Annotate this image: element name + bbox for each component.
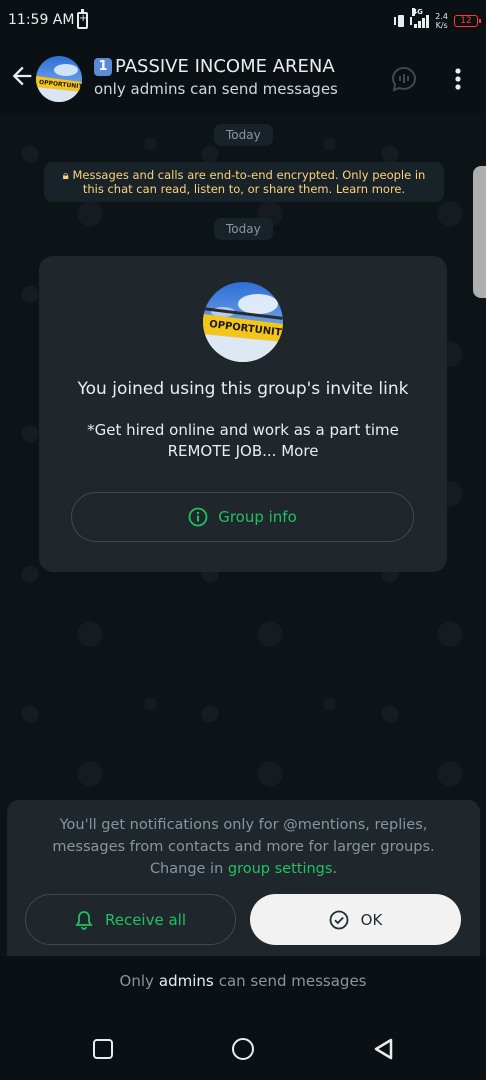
bell-icon bbox=[75, 910, 93, 930]
signal-icon: 4G bbox=[412, 8, 430, 28]
group-title: 1 PASSIVE INCOME ARENA bbox=[94, 56, 338, 77]
group-description-text: *Get hired online and work as a part tim… bbox=[87, 421, 399, 460]
admins-link[interactable]: admins bbox=[159, 972, 214, 990]
date-chip: Today bbox=[214, 124, 273, 146]
group-description: *Get hired online and work as a part tim… bbox=[79, 420, 407, 462]
vibrate-icon bbox=[394, 14, 413, 28]
network-type: 4G bbox=[412, 8, 423, 16]
group-avatar[interactable]: OPPORTUNITIES bbox=[36, 56, 82, 102]
notification-period: . bbox=[332, 861, 338, 877]
group-title-text: PASSIVE INCOME ARENA bbox=[115, 56, 335, 77]
ok-label: OK bbox=[360, 910, 383, 929]
footer-prefix: Only bbox=[119, 972, 154, 990]
group-intro-card: OPPORTUNITIES You joined using this grou… bbox=[39, 256, 447, 572]
opportunities-sign-image: OPPORTUNITIES bbox=[203, 282, 283, 362]
admins-only-footer: Only admins can send messages bbox=[0, 956, 486, 1006]
more-link[interactable]: More bbox=[281, 442, 318, 460]
keycap-badge: 1 bbox=[94, 57, 112, 76]
notification-text: You'll get notifications only for @menti… bbox=[25, 814, 462, 880]
battery-level: 12 bbox=[460, 16, 472, 26]
ok-button[interactable]: OK bbox=[250, 894, 461, 945]
header-text[interactable]: 1 PASSIVE INCOME ARENA only admins can s… bbox=[94, 56, 338, 98]
footer-suffix: can send messages bbox=[218, 972, 367, 990]
recents-button-icon[interactable] bbox=[93, 1039, 113, 1059]
group-subtitle: only admins can send messages bbox=[94, 80, 338, 98]
group-settings-link[interactable]: group settings bbox=[228, 861, 333, 877]
status-time: 11:59 AM bbox=[8, 12, 75, 28]
check-circle-icon bbox=[329, 910, 349, 929]
lock-icon: 🔒︎ bbox=[62, 168, 69, 182]
joined-text: You joined using this group's invite lin… bbox=[77, 379, 409, 399]
notification-settings-panel: You'll get notifications only for @menti… bbox=[7, 800, 480, 956]
encryption-notice-text: Messages and calls are end-to-end encryp… bbox=[72, 168, 426, 196]
encryption-notice[interactable]: 🔒︎ Messages and calls are end-to-end enc… bbox=[44, 162, 444, 202]
receive-all-label: Receive all bbox=[104, 910, 187, 929]
status-icons: 4G 2.4 K/s 12 bbox=[394, 8, 481, 32]
home-button-icon[interactable] bbox=[232, 1038, 254, 1060]
voice-chat-icon[interactable] bbox=[391, 66, 417, 92]
receive-all-button[interactable]: Receive all bbox=[25, 894, 236, 945]
scroll-handle[interactable] bbox=[473, 166, 486, 298]
info-icon bbox=[188, 507, 208, 527]
battery-saver-icon bbox=[77, 9, 88, 29]
date-chip: Today bbox=[214, 218, 273, 240]
back-arrow-icon[interactable] bbox=[8, 62, 36, 90]
chat-header: OPPORTUNITIES 1 PASSIVE INCOME ARENA onl… bbox=[0, 42, 486, 114]
group-avatar-large[interactable]: OPPORTUNITIES bbox=[203, 282, 283, 362]
battery-icon: 12 bbox=[454, 15, 481, 27]
network-speed: 2.4 K/s bbox=[435, 12, 448, 30]
network-speed-unit: K/s bbox=[435, 21, 448, 30]
opportunities-sign-image: OPPORTUNITIES bbox=[36, 56, 82, 102]
status-bar: 11:59 AM 4G 2.4 K/s 12 bbox=[0, 0, 486, 42]
nav-back-icon[interactable] bbox=[372, 1037, 394, 1061]
network-speed-value: 2.4 bbox=[435, 12, 448, 21]
group-info-label: Group info bbox=[218, 508, 297, 526]
more-options-icon[interactable] bbox=[447, 66, 469, 92]
group-info-button[interactable]: Group info bbox=[71, 492, 414, 542]
system-nav-bar bbox=[0, 1006, 486, 1080]
